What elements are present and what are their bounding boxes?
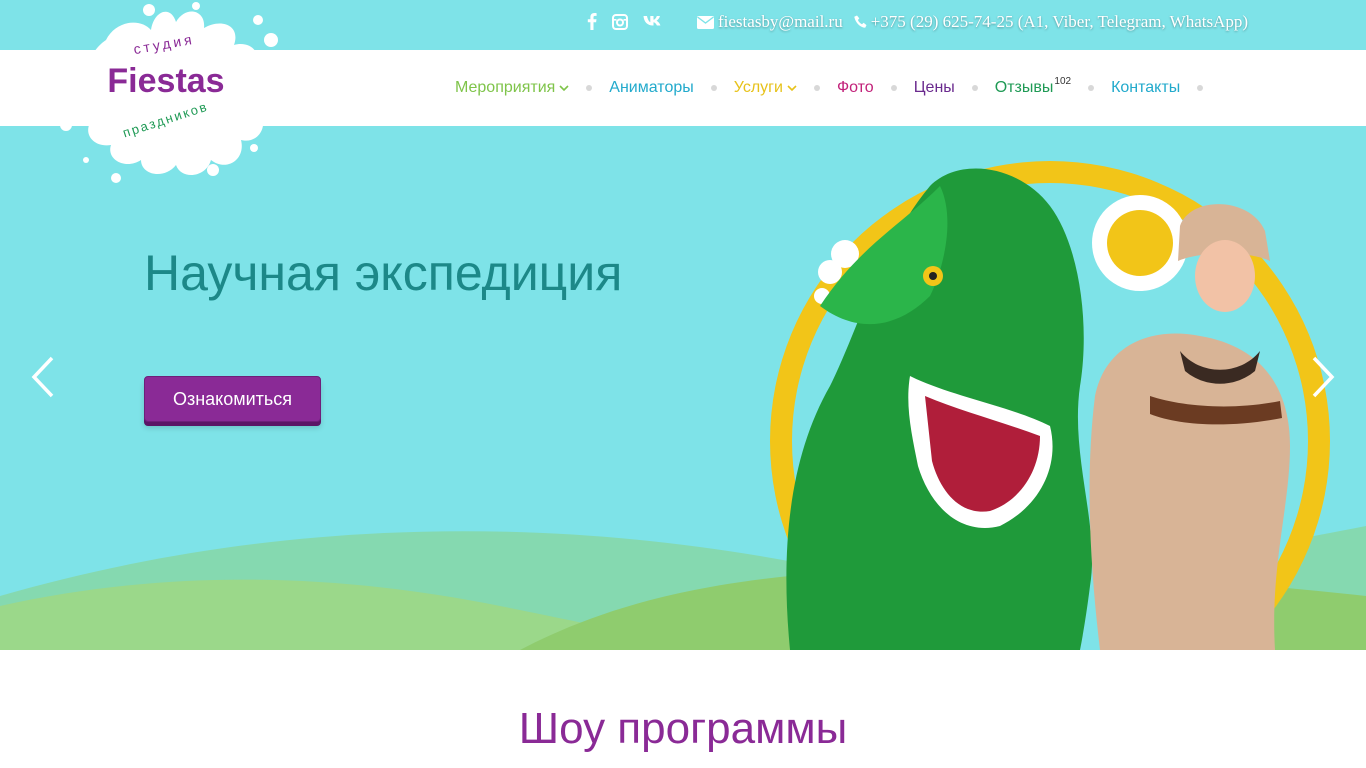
contact-info: fiestasby@mail.ru +375 (29) 625-74-25 (A… [697, 12, 1248, 32]
site-logo[interactable]: студия Fiestas праздников [46, 0, 281, 185]
nav-separator [813, 85, 820, 91]
hero-slider: Научная экспедиция Ознакомиться [0, 126, 1366, 650]
chevron-down-icon [787, 84, 797, 91]
nav-item-label: Контакты [1111, 79, 1181, 96]
email-link[interactable]: fiestasby@mail.ru [718, 12, 843, 32]
chevron-right-icon [1312, 356, 1335, 398]
nav-item-prices[interactable]: Цены [914, 79, 955, 97]
hero-title: Научная экспедиция [144, 245, 623, 301]
slider-prev-button[interactable] [28, 354, 58, 400]
nav-separator [971, 85, 978, 91]
nav-separator [1197, 85, 1204, 91]
nav-item-label: Отзывы [994, 79, 1054, 96]
reviews-count-badge: 102 [1054, 75, 1072, 87]
instagram-icon[interactable] [611, 14, 629, 34]
nav-item-contacts[interactable]: Контакты [1111, 79, 1180, 97]
section-title: Шоу программы [518, 704, 848, 753]
nav-separator [586, 85, 593, 91]
phone-link[interactable]: +375 (29) 625-74-25 (A1, Viber, Telegram… [871, 12, 1248, 32]
nav-item-services[interactable]: Услуги [734, 79, 797, 97]
slider-next-button[interactable] [1308, 354, 1338, 400]
chevron-left-icon [31, 356, 54, 398]
nav-item-label: Фото [836, 79, 874, 96]
nav-item-label: Услуги [733, 79, 783, 96]
logo-brand: Fiestas [107, 62, 225, 100]
nav-item-photo[interactable]: Фото [837, 79, 874, 97]
nav-separator [890, 85, 897, 91]
nav-item-label: Аниматоры [609, 79, 694, 96]
vk-icon[interactable] [642, 14, 664, 34]
chevron-down-icon [559, 84, 569, 91]
phone-icon [854, 15, 867, 28]
nav-separator [710, 85, 717, 91]
nav-item-events[interactable]: Мероприятия [455, 79, 569, 97]
nav-item-animators[interactable]: Аниматоры [609, 79, 693, 97]
main-nav: Мероприятия Аниматоры Услуги Фото Цены О… [455, 50, 1220, 126]
facebook-icon[interactable] [583, 13, 601, 33]
nav-item-label: Мероприятия [455, 79, 556, 96]
envelope-icon [697, 15, 714, 29]
learn-more-button[interactable]: Ознакомиться [144, 376, 321, 422]
nav-separator [1088, 85, 1095, 91]
nav-item-label: Цены [913, 79, 955, 96]
nav-item-reviews[interactable]: Отзывы 102 [994, 75, 1072, 97]
